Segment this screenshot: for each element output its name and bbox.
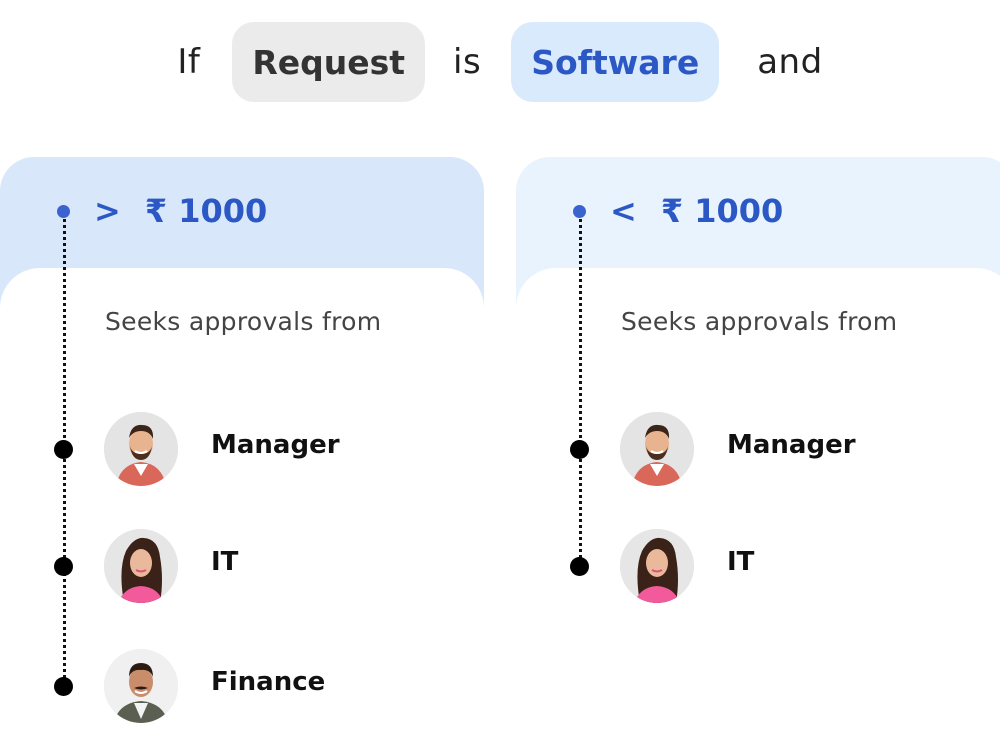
avatar-man-mustache-icon	[104, 649, 178, 723]
timeline-node	[54, 440, 73, 459]
timeline-node	[570, 557, 589, 576]
threshold-amount: ₹ 1000	[660, 192, 784, 230]
condition-sentence: If Request is Software and	[0, 22, 1000, 102]
card-body	[516, 268, 1000, 750]
timeline-node	[570, 440, 589, 459]
approver-role: Manager	[727, 430, 856, 460]
approver-it: IT	[516, 529, 1000, 603]
avatar-woman-icon	[104, 529, 178, 603]
approver-role: IT	[211, 547, 239, 577]
timeline-line	[579, 219, 582, 564]
avatar-man-bearded-icon	[620, 412, 694, 486]
avatar-woman-icon	[620, 529, 694, 603]
threshold-label: > ₹ 1000	[94, 191, 267, 231]
condition-suffix: and	[757, 42, 823, 82]
condition-operator: is	[453, 42, 482, 82]
rule-card-above-threshold: > ₹ 1000 Seeks approvals from Manager IT…	[0, 157, 484, 750]
threshold-amount: ₹ 1000	[144, 192, 268, 230]
avatar-man-bearded-icon	[104, 412, 178, 486]
approver-role: IT	[727, 547, 755, 577]
timeline-start-dot	[573, 205, 586, 218]
approver-manager: Manager	[0, 412, 484, 486]
threshold-label: < ₹ 1000	[610, 191, 783, 231]
threshold-operator: <	[610, 192, 637, 230]
timeline-node	[54, 557, 73, 576]
timeline-node	[54, 677, 73, 696]
approver-finance: Finance	[0, 649, 484, 723]
field-chip[interactable]: Request	[232, 22, 426, 102]
approvals-subtitle: Seeks approvals from	[621, 307, 898, 336]
threshold-operator: >	[94, 192, 121, 230]
rule-card-below-threshold: < ₹ 1000 Seeks approvals from Manager IT	[516, 157, 1000, 750]
approver-it: IT	[0, 529, 484, 603]
approver-role: Manager	[211, 430, 340, 460]
condition-prefix: If	[177, 42, 201, 82]
timeline-start-dot	[57, 205, 70, 218]
value-chip[interactable]: Software	[511, 22, 720, 102]
approver-role: Finance	[211, 667, 326, 697]
approver-manager: Manager	[516, 412, 1000, 486]
approvals-subtitle: Seeks approvals from	[105, 307, 382, 336]
